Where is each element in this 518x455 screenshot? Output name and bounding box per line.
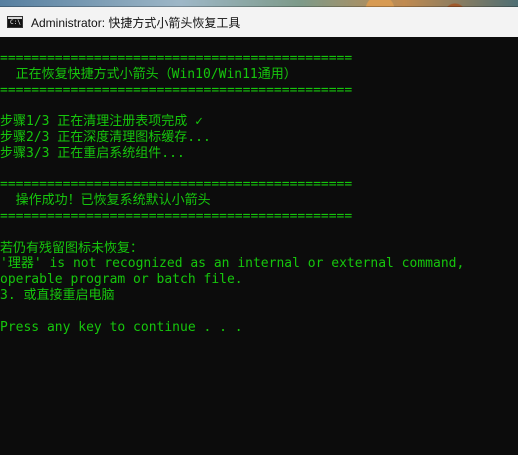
error-text: operable program or batch file. bbox=[0, 272, 243, 288]
success-text: 操作成功！已恢复系统默认小箭头 bbox=[0, 193, 211, 209]
separator-line: ========================================… bbox=[0, 82, 353, 98]
separator-line: ========================================… bbox=[0, 208, 353, 224]
error-text: '理器' is not recognized as an internal or… bbox=[0, 256, 465, 272]
step-line: 步骤2/3 正在深度清理图标缓存... bbox=[0, 129, 211, 145]
step-line: 步骤1/3 正在清理注册表项完成 ✓ bbox=[0, 114, 203, 130]
cmd-icon: C:\ bbox=[7, 16, 23, 28]
separator-line: ========================================… bbox=[0, 177, 353, 193]
step-line: 步骤3/3 正在重启系统组件... bbox=[0, 145, 185, 161]
window-title: Administrator: 快捷方式小箭头恢复工具 bbox=[31, 15, 241, 30]
title-bar[interactable]: C:\ Administrator: 快捷方式小箭头恢复工具 bbox=[0, 7, 518, 37]
console-output[interactable]: ========================================… bbox=[0, 51, 518, 335]
header-text: 正在恢复快捷方式小箭头（Win10/Win11通用） bbox=[0, 66, 297, 82]
command-prompt-glyph: C:\ bbox=[10, 19, 21, 26]
command-prompt-window[interactable]: C:\ Administrator: 快捷方式小箭头恢复工具 =========… bbox=[0, 7, 518, 455]
continue-prompt: Press any key to continue . . . bbox=[0, 319, 243, 335]
note-option-text: 3. 或直接重启电脑 bbox=[0, 287, 115, 303]
separator-line: ========================================… bbox=[0, 51, 353, 66]
note-intro-text: 若仍有残留图标未恢复： bbox=[0, 240, 144, 256]
screen: C:\ Administrator: 快捷方式小箭头恢复工具 =========… bbox=[0, 0, 518, 455]
